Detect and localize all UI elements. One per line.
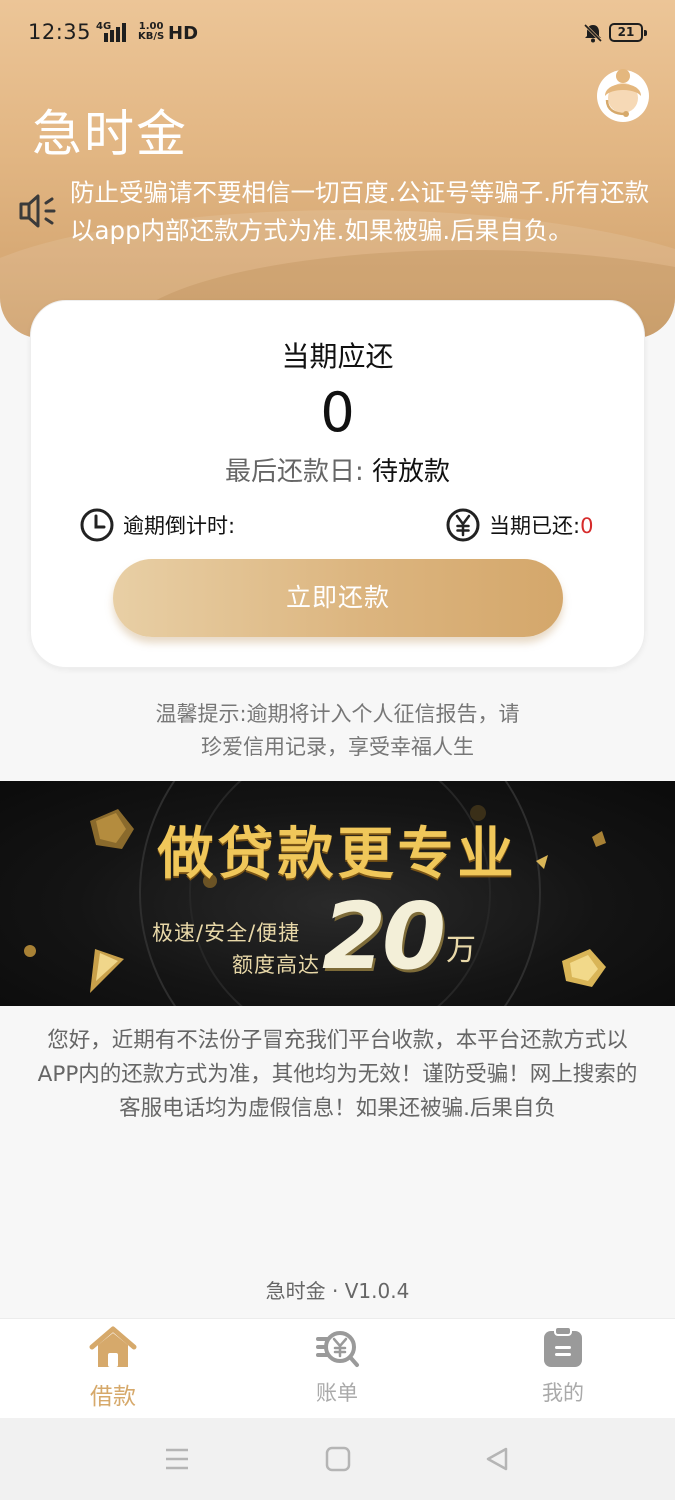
credit-tip-line: 珍爱信用记录，享受幸福人生 <box>201 735 474 759</box>
tab-bar: 借款 账单 我的 <box>0 1318 675 1418</box>
tab-label: 我的 <box>542 1381 584 1405</box>
tab-loan[interactable]: 借款 <box>38 1319 188 1419</box>
tab-label: 账单 <box>316 1381 358 1405</box>
customer-service-icon[interactable] <box>595 66 651 124</box>
hd-indicator: HD <box>168 23 199 44</box>
due-date-value: 待放款 <box>372 457 451 487</box>
due-date-row: 最后还款日: 待放款 <box>31 451 644 488</box>
notice-text: 防止受骗请不要相信一切百度.公证号等骗子.所有还款以app内部还款方式为准.如果… <box>70 178 650 245</box>
banner-title: 做贷款更专业 <box>157 822 518 887</box>
paid-label: 当期已还:0 <box>489 510 593 540</box>
fraud-warning-line: APP内的还款方式为准，其他均为无效！谨防受骗！网上搜索的 <box>37 1062 638 1087</box>
banner-unit: 万 <box>446 933 476 968</box>
tab-bill[interactable]: 账单 <box>262 1319 412 1419</box>
credit-tip: 温馨提示:逾期将计入个人征信报告，请 珍爱信用记录，享受幸福人生 <box>100 698 575 764</box>
system-nav-bar <box>0 1418 675 1500</box>
banner-amount: 20 <box>322 883 446 990</box>
home-icon <box>89 1326 137 1367</box>
paid-label-text: 当期已还: <box>489 514 581 538</box>
network-speed: 1.00 KB/S <box>138 22 164 42</box>
repay-now-button[interactable]: 立即还款 <box>113 559 563 637</box>
paid-value: 0 <box>580 514 594 538</box>
repayment-card: 当期应还 0 最后还款日: 待放款 逾期倒计时: 当期已还:0 立即还款 <box>30 300 645 668</box>
credit-tip-line: 温馨提示:逾期将计入个人征信报告，请 <box>155 702 520 726</box>
card-title: 当期应还 <box>281 340 394 373</box>
bill-icon <box>316 1331 359 1367</box>
fraud-warning: 您好，近期有不法份子冒充我们平台收款，本平台还款方式以 APP内的还款方式为准，… <box>16 1024 659 1126</box>
due-amount: 0 <box>320 381 355 444</box>
back-icon[interactable] <box>484 1446 510 1472</box>
bell-muted-icon <box>583 23 603 43</box>
overdue-label: 逾期倒计时: <box>123 514 236 538</box>
menu-icon[interactable] <box>164 1446 190 1472</box>
status-bar: 12:35 4G 1.00 KB/S HD 21 <box>0 0 675 68</box>
signal-icon <box>104 23 126 42</box>
fraud-warning-line: 您好，近期有不法份子冒充我们平台收款，本平台还款方式以 <box>47 1028 628 1053</box>
speaker-icon <box>19 194 56 228</box>
tab-mine[interactable]: 我的 <box>488 1319 638 1419</box>
battery-indicator: 21 <box>609 23 647 42</box>
fraud-warning-line: 客服电话均为虚假信息！如果还被骗.后果自负 <box>119 1096 556 1121</box>
promo-banner[interactable]: 做贷款更专业 极速/安全/便捷 额度高达 20 万 <box>0 781 675 1006</box>
overdue-countdown: 逾期倒计时: <box>79 507 235 543</box>
banner-tags: 极速/安全/便捷 <box>152 921 301 945</box>
banner-limit-label: 额度高达 <box>232 953 320 977</box>
yen-icon <box>446 508 480 542</box>
tab-label: 借款 <box>90 1384 136 1410</box>
app-title: 急时金 <box>32 105 188 163</box>
network-speed-unit: KB/S <box>138 31 165 42</box>
paid-amount-row: 当期已还:0 <box>445 507 593 543</box>
status-time: 12:35 <box>28 20 92 44</box>
app-version: 急时金 · V1.0.4 <box>265 1279 410 1303</box>
due-date-label: 最后还款日: <box>224 457 364 487</box>
clipboard-icon <box>544 1326 582 1367</box>
home-nav-icon[interactable] <box>325 1446 351 1472</box>
clock-icon <box>80 508 114 542</box>
